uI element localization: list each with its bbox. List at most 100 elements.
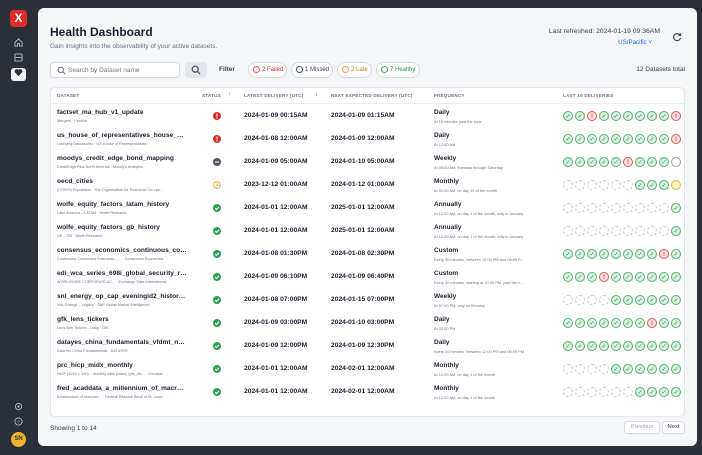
delivery-empty-icon[interactable]: [635, 226, 645, 236]
delivery-success-icon[interactable]: ✓: [647, 134, 657, 144]
dataset-name[interactable]: fred_acaddata_a_millennium_of_macroe...: [57, 385, 187, 392]
delivery-success-icon[interactable]: ✓: [623, 249, 633, 259]
delivery-success-icon[interactable]: ✓: [635, 134, 645, 144]
avatar[interactable]: SN: [11, 432, 26, 447]
delivery-empty-icon[interactable]: [563, 364, 573, 374]
delivery-empty-icon[interactable]: [623, 226, 633, 236]
table-row[interactable]: moodys_credit_edge_bond_mapping CreditEdg…: [51, 151, 684, 174]
delivery-success-icon[interactable]: ✓: [611, 341, 621, 351]
delivery-success-icon[interactable]: ✓: [635, 364, 645, 374]
delivery-success-icon[interactable]: ✓: [563, 111, 573, 121]
delivery-success-icon[interactable]: ✓: [623, 364, 633, 374]
delivery-success-icon[interactable]: ✓: [659, 134, 669, 144]
delivery-success-icon[interactable]: ✓: [599, 134, 609, 144]
delivery-success-icon[interactable]: ✓: [647, 364, 657, 374]
delivery-failed-icon[interactable]: !: [587, 111, 597, 121]
delivery-success-icon[interactable]: ✓: [635, 295, 645, 305]
dataset-name[interactable]: consensus_economics_continuous_cons...: [57, 247, 187, 254]
delivery-failed-icon[interactable]: !: [623, 157, 633, 167]
delivery-success-icon[interactable]: ✓: [563, 157, 573, 167]
delivery-empty-icon[interactable]: [587, 226, 597, 236]
delivery-success-icon[interactable]: ✓: [587, 249, 597, 259]
delivery-success-icon[interactable]: ✓: [575, 157, 585, 167]
search-field[interactable]: [50, 62, 180, 78]
search-input[interactable]: [68, 64, 176, 76]
delivery-empty-icon[interactable]: [563, 226, 573, 236]
delivery-success-icon[interactable]: ✓: [563, 272, 573, 282]
dataset-name[interactable]: factset_ma_hub_v1_update: [57, 109, 187, 116]
table-row[interactable]: factset_ma_hub_v1_update Mergers · FactSe…: [51, 105, 684, 128]
delivery-success-icon[interactable]: ✓: [611, 111, 621, 121]
delivery-success-icon[interactable]: ✓: [659, 111, 669, 121]
dataset-name[interactable]: snl_energy_op_cap_eveningid2_history_f..…: [57, 293, 187, 300]
delivery-success-icon[interactable]: ✓: [635, 111, 645, 121]
delivery-empty-icon[interactable]: [563, 295, 573, 305]
search-button[interactable]: [185, 62, 207, 78]
delivery-success-icon[interactable]: ✓: [587, 157, 597, 167]
delivery-success-icon[interactable]: ✓: [647, 111, 657, 121]
dataset-name[interactable]: wolfe_equity_factors_latam_history: [57, 201, 187, 208]
delivery-empty-icon[interactable]: [563, 203, 573, 213]
table-row[interactable]: oecd_cities (CITIES) Population · The Org…: [51, 174, 684, 197]
late-filter-chip[interactable]: 2 Late: [337, 62, 372, 78]
failed-filter-chip[interactable]: 2 Failed: [248, 62, 287, 78]
delivery-success-icon[interactable]: ✓: [623, 272, 633, 282]
col-dataset[interactable]: DATASET: [57, 93, 79, 98]
delivery-empty-icon[interactable]: [623, 387, 633, 397]
delivery-empty-icon[interactable]: [587, 203, 597, 213]
delivery-success-icon[interactable]: ✓: [659, 180, 669, 190]
delivery-success-icon[interactable]: ✓: [635, 341, 645, 351]
dataset-name[interactable]: wolfe_equity_factors_gb_history: [57, 224, 187, 231]
delivery-success-icon[interactable]: ✓: [587, 134, 597, 144]
delivery-empty-icon[interactable]: [575, 226, 585, 236]
delivery-success-icon[interactable]: ✓: [611, 295, 621, 305]
delivery-success-icon[interactable]: ✓: [635, 180, 645, 190]
delivery-success-icon[interactable]: ✓: [659, 341, 669, 351]
dataset-name[interactable]: prc_hicp_midx_monthly: [57, 362, 187, 369]
delivery-success-icon[interactable]: ✓: [611, 134, 621, 144]
delivery-success-icon[interactable]: ✓: [611, 157, 621, 167]
table-row[interactable]: snl_energy_op_cap_eveningid2_history_f..…: [51, 289, 684, 312]
delivery-empty-icon[interactable]: [635, 203, 645, 213]
delivery-empty-icon[interactable]: [647, 203, 657, 213]
delivery-failed-icon[interactable]: !: [599, 272, 609, 282]
delivery-empty-icon[interactable]: [599, 203, 609, 213]
delivery-success-icon[interactable]: ✓: [623, 341, 633, 351]
delivery-empty-icon[interactable]: [563, 180, 573, 190]
delivery-success-icon[interactable]: ✓: [659, 295, 669, 305]
delivery-success-icon[interactable]: ✓: [647, 295, 657, 305]
health-icon[interactable]: [11, 68, 26, 81]
delivery-empty-icon[interactable]: [599, 387, 609, 397]
help-icon[interactable]: ?: [11, 417, 26, 430]
delivery-empty-icon[interactable]: [587, 364, 597, 374]
delivery-success-icon[interactable]: ✓: [635, 272, 645, 282]
dataset-name[interactable]: datayes_china_fundamentals_vfdmt_n_b...: [57, 339, 187, 346]
delivery-success-icon[interactable]: ✓: [647, 157, 657, 167]
delivery-success-icon[interactable]: ✓: [611, 364, 621, 374]
delivery-success-icon[interactable]: ✓: [563, 249, 573, 259]
next-button[interactable]: Next: [662, 421, 685, 434]
delivery-success-icon[interactable]: ✓: [575, 318, 585, 328]
delivery-success-icon[interactable]: ✓: [611, 249, 621, 259]
missed-filter-chip[interactable]: 1 Missed: [291, 62, 333, 78]
delivery-success-icon[interactable]: ✓: [647, 341, 657, 351]
delivery-success-icon[interactable]: ✓: [575, 249, 585, 259]
delivery-success-icon[interactable]: ✓: [611, 272, 621, 282]
delivery-success-icon[interactable]: ✓: [647, 272, 657, 282]
col-next-delivery[interactable]: NEXT EXPECTED DELIVERY (UTC): [331, 93, 413, 98]
delivery-empty-icon[interactable]: [587, 387, 597, 397]
delivery-failed-icon[interactable]: !: [671, 134, 681, 144]
delivery-success-icon[interactable]: ✓: [671, 364, 681, 374]
table-row[interactable]: wolfe_equity_factors_latam_history Latin …: [51, 197, 684, 220]
delivery-success-icon[interactable]: ✓: [587, 341, 597, 351]
delivery-success-icon[interactable]: ✓: [647, 387, 657, 397]
delivery-empty-icon[interactable]: [659, 226, 669, 236]
delivery-success-icon[interactable]: ✓: [671, 249, 681, 259]
delivery-success-icon[interactable]: ✓: [575, 341, 585, 351]
dataset-name[interactable]: us_house_of_representatives_house_go...: [57, 132, 187, 139]
delivery-success-icon[interactable]: ✓: [575, 134, 585, 144]
delivery-success-icon[interactable]: ✓: [671, 387, 681, 397]
dataset-name[interactable]: edi_wca_series_698i_global_security_ref.…: [57, 270, 187, 277]
delivery-success-icon[interactable]: ✓: [563, 341, 573, 351]
delivery-missed-icon[interactable]: [671, 157, 681, 167]
